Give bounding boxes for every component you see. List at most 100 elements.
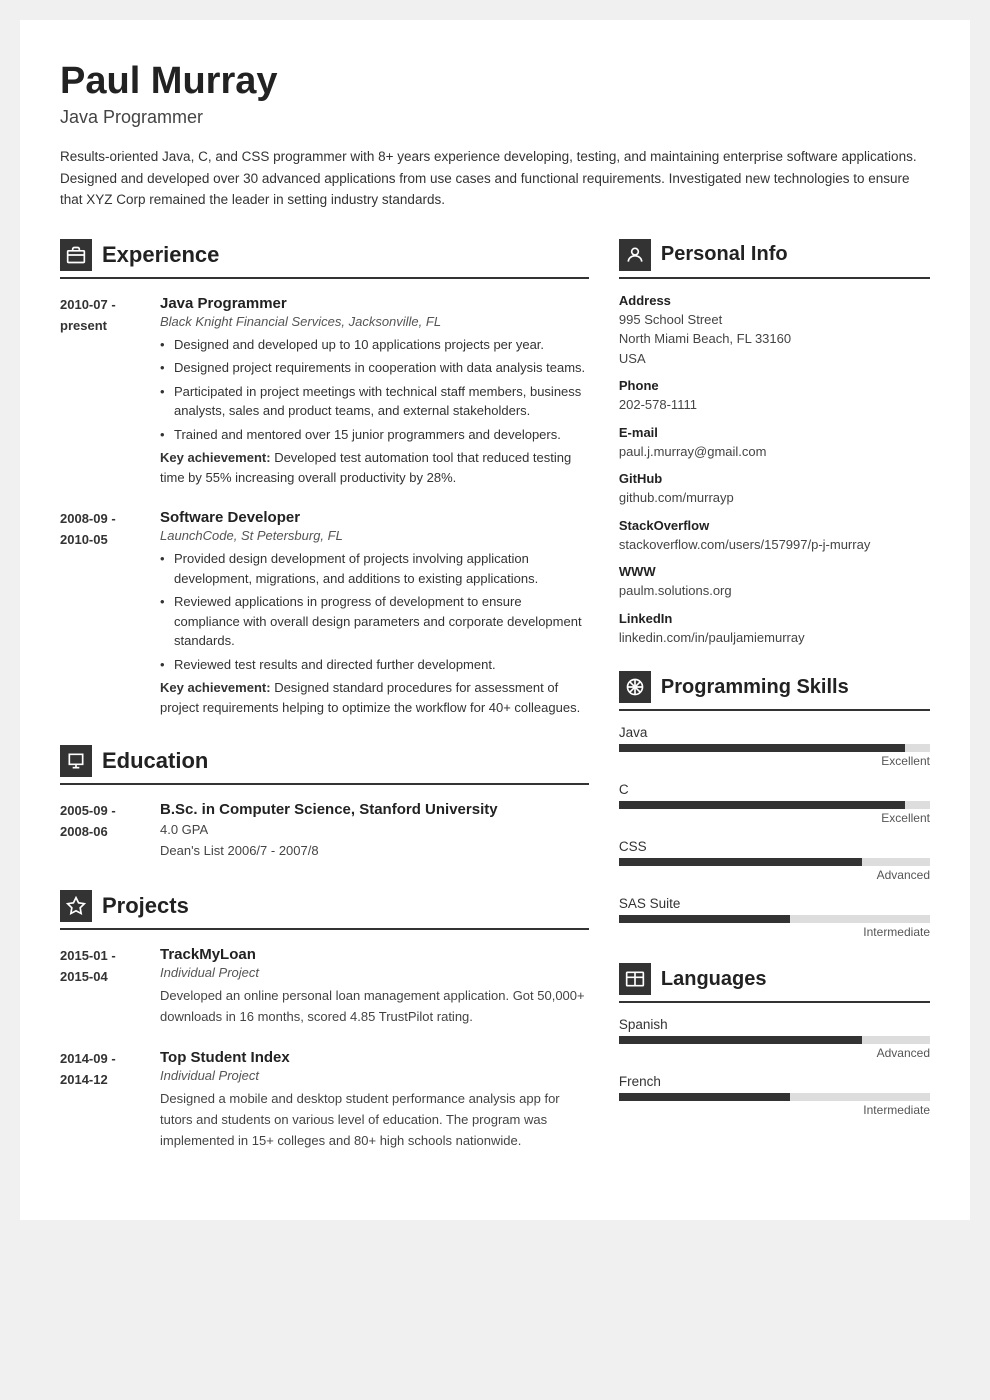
project-description-2: Designed a mobile and desktop student pe…: [160, 1089, 589, 1151]
skill-java: Java Excellent: [619, 725, 930, 768]
experience-date-2: 2008-09 - 2010-05: [60, 509, 140, 717]
lang-level-spanish: Advanced: [619, 1046, 930, 1060]
skill-css: CSS Advanced: [619, 839, 930, 882]
education-body-1: B.Sc. in Computer Science, Stanford Univ…: [160, 801, 589, 862]
lang-level-french: Intermediate: [619, 1103, 930, 1117]
github-value: github.com/murrayp: [619, 488, 930, 508]
personal-info-icon: [619, 239, 651, 271]
experience-bullets-2: Provided design development of projects …: [160, 549, 589, 674]
languages-icon: [619, 963, 651, 995]
experience-job-title-2: Software Developer: [160, 509, 589, 526]
skill-name-java: Java: [619, 725, 930, 740]
programming-skills-icon: [619, 671, 651, 703]
lang-spanish: Spanish Advanced: [619, 1017, 930, 1060]
education-gpa: 4.0 GPA: [160, 820, 589, 841]
phone-label: Phone: [619, 378, 930, 393]
left-column: Experience 2010-07 - present Java Progra…: [60, 239, 589, 1180]
skill-fill-sas: [619, 915, 790, 923]
experience-entry-1: 2010-07 - present Java Programmer Black …: [60, 295, 589, 488]
projects-section: Projects 2015-01 - 2015-04 TrackMyLoan I…: [60, 890, 589, 1152]
experience-section: Experience 2010-07 - present Java Progra…: [60, 239, 589, 718]
experience-date-1: 2010-07 - present: [60, 295, 140, 488]
skill-level-java: Excellent: [619, 754, 930, 768]
bullet-item: Provided design development of projects …: [160, 549, 589, 588]
programming-skills-header: Programming Skills: [619, 671, 930, 711]
personal-info-header: Personal Info: [619, 239, 930, 279]
personal-info-fields: Address 995 School StreetNorth Miami Bea…: [619, 293, 930, 648]
projects-title: Projects: [102, 893, 189, 919]
programming-skills-section: Programming Skills Java Excellent C Exce…: [619, 671, 930, 939]
project-date-2: 2014-09 - 2014-12: [60, 1049, 140, 1151]
project-body-2: Top Student Index Individual Project Des…: [160, 1049, 589, 1151]
skill-c: C Excellent: [619, 782, 930, 825]
candidate-summary: Results-oriented Java, C, and CSS progra…: [60, 146, 930, 211]
education-extra: Dean's List 2006/7 - 2007/8: [160, 841, 589, 862]
key-achievement-2: Key achievement: Designed standard proce…: [160, 678, 589, 717]
project-entry-2: 2014-09 - 2014-12 Top Student Index Indi…: [60, 1049, 589, 1151]
experience-company-1: Black Knight Financial Services, Jackson…: [160, 314, 589, 329]
experience-entry-2: 2008-09 - 2010-05 Software Developer Lau…: [60, 509, 589, 717]
project-subtitle-2: Individual Project: [160, 1068, 589, 1083]
skill-level-sas: Intermediate: [619, 925, 930, 939]
bullet-item: Reviewed applications in progress of dev…: [160, 592, 589, 651]
address-label: Address: [619, 293, 930, 308]
phone-value: 202-578-1111: [619, 395, 930, 415]
skill-bar-sas: [619, 915, 930, 923]
languages-header: Languages: [619, 963, 930, 1003]
skill-fill-c: [619, 801, 905, 809]
experience-title: Experience: [102, 242, 219, 268]
stackoverflow-label: StackOverflow: [619, 518, 930, 533]
right-column: Personal Info Address 995 School StreetN…: [619, 239, 930, 1180]
languages-title: Languages: [661, 968, 767, 991]
skill-level-css: Advanced: [619, 868, 930, 882]
email-label: E-mail: [619, 425, 930, 440]
education-section: Education 2005-09 - 2008-06 B.Sc. in Com…: [60, 745, 589, 862]
project-title-2: Top Student Index: [160, 1049, 589, 1066]
bullet-item: Reviewed test results and directed furth…: [160, 655, 589, 675]
experience-header: Experience: [60, 239, 589, 279]
skill-bar-css: [619, 858, 930, 866]
project-title-1: TrackMyLoan: [160, 946, 589, 963]
skill-bar-c: [619, 801, 930, 809]
address-value: 995 School StreetNorth Miami Beach, FL 3…: [619, 310, 930, 369]
skill-fill-css: [619, 858, 862, 866]
skill-name-sas: SAS Suite: [619, 896, 930, 911]
lang-bar-french: [619, 1093, 930, 1101]
education-icon: [60, 745, 92, 777]
lang-french: French Intermediate: [619, 1074, 930, 1117]
personal-info-title: Personal Info: [661, 243, 788, 266]
project-date-1: 2015-01 - 2015-04: [60, 946, 140, 1028]
stackoverflow-value: stackoverflow.com/users/157997/p-j-murra…: [619, 535, 930, 555]
main-content: Experience 2010-07 - present Java Progra…: [60, 239, 930, 1180]
programming-skills-title: Programming Skills: [661, 676, 849, 699]
projects-header: Projects: [60, 890, 589, 930]
email-value: paul.j.murray@gmail.com: [619, 442, 930, 462]
candidate-name: Paul Murray: [60, 60, 930, 103]
bullet-item: Trained and mentored over 15 junior prog…: [160, 425, 589, 445]
bullet-item: Designed and developed up to 10 applicat…: [160, 335, 589, 355]
experience-job-title-1: Java Programmer: [160, 295, 589, 312]
experience-bullets-1: Designed and developed up to 10 applicat…: [160, 335, 589, 445]
projects-icon: [60, 890, 92, 922]
project-description-1: Developed an online personal loan manage…: [160, 986, 589, 1028]
lang-name-french: French: [619, 1074, 930, 1089]
key-achievement-1: Key achievement: Developed test automati…: [160, 448, 589, 487]
lang-name-spanish: Spanish: [619, 1017, 930, 1032]
education-title: Education: [102, 748, 208, 774]
bullet-item: Participated in project meetings with te…: [160, 382, 589, 421]
lang-bar-spanish: [619, 1036, 930, 1044]
www-label: WWW: [619, 564, 930, 579]
skill-sas: SAS Suite Intermediate: [619, 896, 930, 939]
lang-fill-french: [619, 1093, 790, 1101]
experience-body-1: Java Programmer Black Knight Financial S…: [160, 295, 589, 488]
lang-fill-spanish: [619, 1036, 862, 1044]
project-entry-1: 2015-01 - 2015-04 TrackMyLoan Individual…: [60, 946, 589, 1028]
languages-section: Languages Spanish Advanced French Interm…: [619, 963, 930, 1117]
project-body-1: TrackMyLoan Individual Project Developed…: [160, 946, 589, 1028]
personal-info-section: Personal Info Address 995 School StreetN…: [619, 239, 930, 648]
skill-bar-java: [619, 744, 930, 752]
linkedin-value: linkedin.com/in/pauljamiemurray: [619, 628, 930, 648]
resume-container: Paul Murray Java Programmer Results-orie…: [20, 20, 970, 1220]
github-label: GitHub: [619, 471, 930, 486]
skill-fill-java: [619, 744, 905, 752]
